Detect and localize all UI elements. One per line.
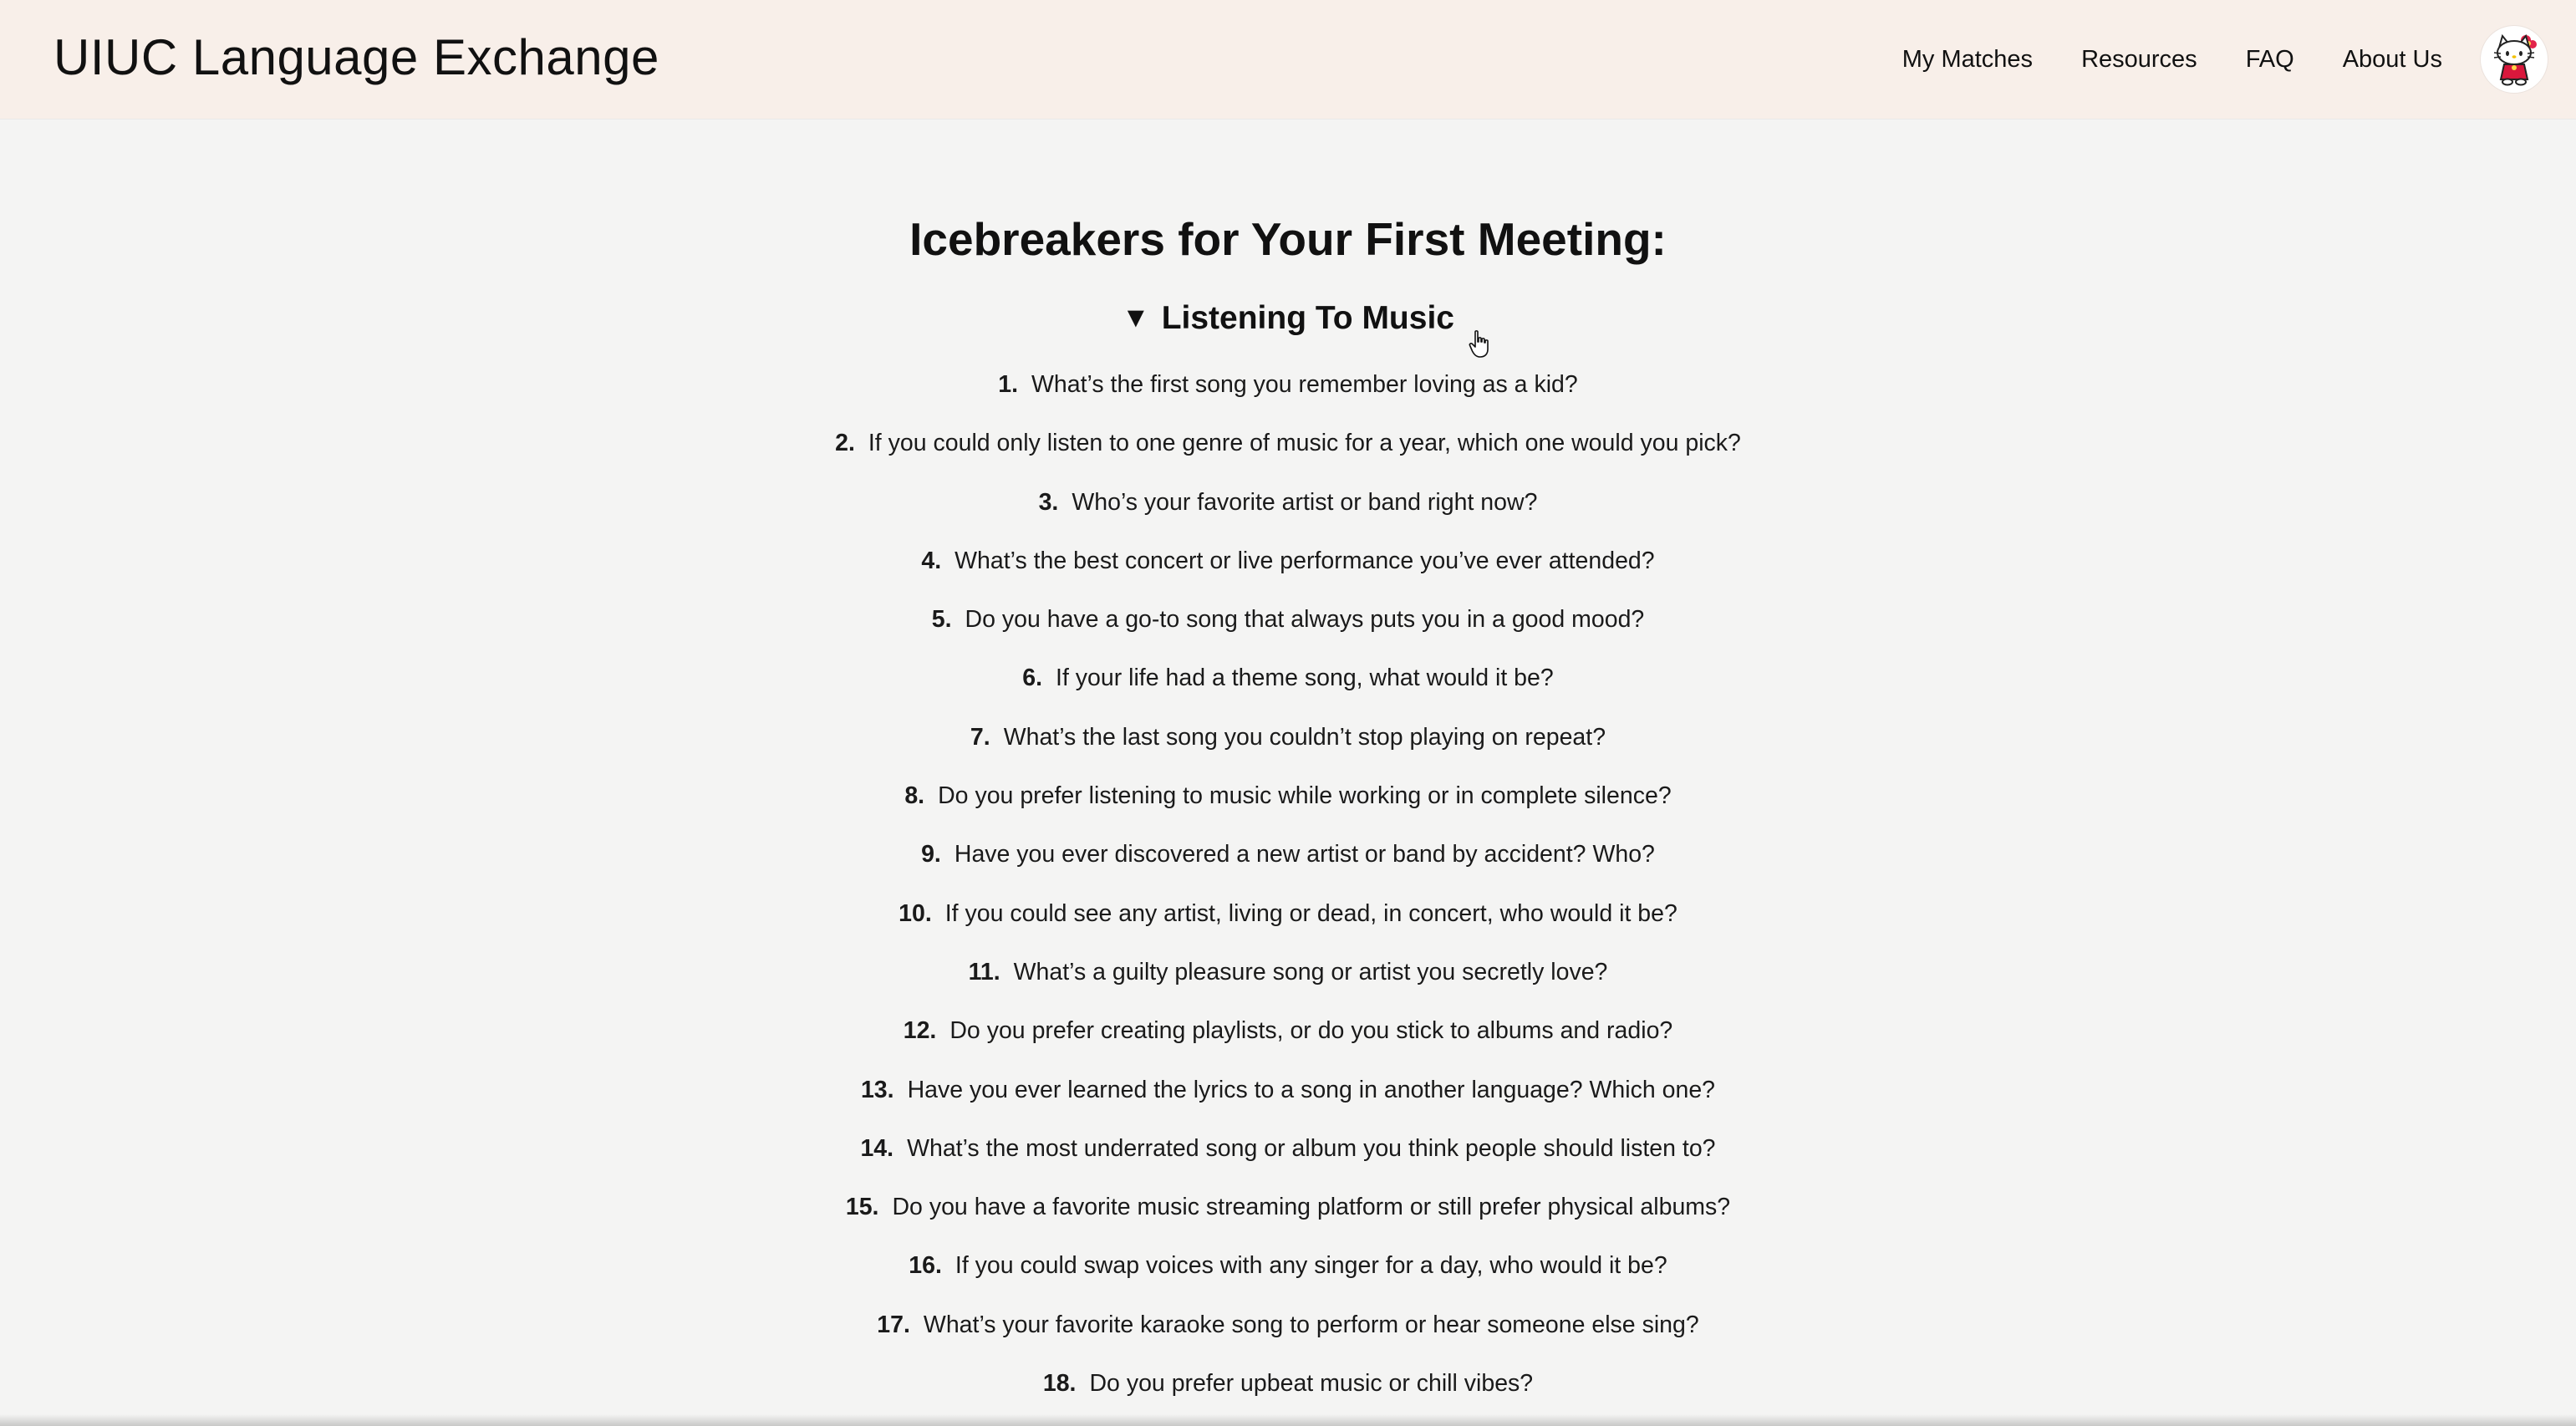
question-text: What’s a guilty pleasure song or artist … <box>1013 958 1608 985</box>
top-nav-bar: UIUC Language Exchange My Matches Resour… <box>0 0 2576 119</box>
hello-kitty-avatar-icon <box>2493 33 2537 86</box>
question-number: 15. <box>845 1194 879 1221</box>
question-item: 10. If you could see any artist, living o… <box>0 897 2576 955</box>
question-text: What’s the first song you remember lovin… <box>1031 371 1578 398</box>
question-text: Who’s your favorite artist or band right… <box>1072 488 1538 516</box>
question-text: Do you have a favorite music streaming p… <box>892 1194 1731 1221</box>
section-title: Listening To Music <box>1161 300 1454 336</box>
question-number: 10. <box>899 899 932 927</box>
question-number: 3. <box>1038 488 1059 516</box>
question-item: 9. Have you ever discovered a new artist … <box>0 838 2576 896</box>
nav-item-about-us[interactable]: About Us <box>2343 46 2442 74</box>
question-item: 5. Do you have a go-to song that always p… <box>0 603 2576 661</box>
question-item: 2. If you could only listen to one genre … <box>0 426 2576 485</box>
question-number: 4. <box>921 547 942 574</box>
main-nav: My Matches Resources FAQ About Us <box>1902 0 2576 119</box>
user-avatar[interactable] <box>2481 26 2548 93</box>
question-text: What’s the most underrated song or album… <box>907 1134 1716 1162</box>
question-text: What’s your favorite karaoke song to per… <box>923 1311 1699 1338</box>
nav-item-faq[interactable]: FAQ <box>2246 46 2294 74</box>
question-item: 17. What’s your favorite karaoke song to … <box>0 1308 2576 1367</box>
question-number: 14. <box>860 1134 894 1162</box>
question-text: Do you prefer listening to music while w… <box>938 782 1672 810</box>
question-item: 6. If your life had a theme song, what wo… <box>0 661 2576 720</box>
question-number: 1. <box>998 371 1019 398</box>
question-number: 7. <box>970 723 990 751</box>
hand-pointer-cursor-icon <box>1469 330 1489 358</box>
question-text: If your life had a theme song, what woul… <box>1056 665 1554 692</box>
question-number: 2. <box>835 430 855 457</box>
question-text: If you could see any artist, living or d… <box>944 899 1677 927</box>
question-number: 9. <box>921 841 941 868</box>
question-item: 1. What’s the first song you remember lov… <box>0 368 2576 426</box>
question-number: 16. <box>909 1252 942 1280</box>
question-item: 3. Who’s your favorite artist or band rig… <box>0 486 2576 544</box>
question-number: 5. <box>931 606 952 634</box>
question-number: 18. <box>1042 1370 1077 1398</box>
question-text: Have you ever learned the lyrics to a so… <box>907 1076 1716 1103</box>
question-item: 8. Do you prefer listening to music while… <box>0 779 2576 838</box>
question-item: 11. What’s a guilty pleasure song or arti… <box>0 955 2576 1014</box>
question-item: 14. What’s the most underrated song or al… <box>0 1132 2576 1190</box>
question-text: If you could only listen to one genre of… <box>868 430 1741 457</box>
question-text: Do you prefer creating playlists, or do … <box>949 1017 1673 1045</box>
question-number: 13. <box>860 1076 894 1103</box>
page-title: Icebreakers for Your First Meeting: <box>909 213 1667 265</box>
question-list: 1. What’s the first song you remember lov… <box>0 368 2576 1425</box>
question-text: Have you ever discovered a new artist or… <box>954 841 1655 868</box>
question-item: 15. Do you have a favorite music streamin… <box>0 1190 2576 1249</box>
question-item: 4. What’s the best concert or live perfor… <box>0 544 2576 603</box>
question-number: 12. <box>903 1017 937 1045</box>
question-item: 13. Have you ever learned the lyrics to a… <box>0 1073 2576 1132</box>
question-number: 8. <box>904 782 925 810</box>
bottom-edge-shadow <box>0 1414 2576 1426</box>
question-text: Do you prefer upbeat music or chill vibe… <box>1089 1370 1534 1398</box>
question-number: 6. <box>1022 665 1043 692</box>
nav-item-resources[interactable]: Resources <box>2081 46 2197 74</box>
question-text: What’s the best concert or live performa… <box>955 547 1655 574</box>
question-text: What’s the last song you couldn’t stop p… <box>1003 723 1606 751</box>
question-text: If you could swap voices with any singer… <box>955 1252 1667 1280</box>
question-number: 11. <box>968 958 1000 985</box>
question-item: 12. Do you prefer creating playlists, or … <box>0 1014 2576 1072</box>
question-item: 16. If you could swap voices with any sin… <box>0 1249 2576 1307</box>
question-text: Do you have a go-to song that always put… <box>965 606 1645 634</box>
section-toggle-listening-to-music[interactable]: ▼ Listening To Music <box>0 300 2576 337</box>
triangle-down-icon: ▼ <box>1122 302 1150 334</box>
site-brand[interactable]: UIUC Language Exchange <box>53 28 659 86</box>
nav-item-my-matches[interactable]: My Matches <box>1902 46 2033 74</box>
question-item: 7. What’s the last song you couldn’t stop… <box>0 721 2576 779</box>
question-number: 17. <box>877 1311 910 1338</box>
